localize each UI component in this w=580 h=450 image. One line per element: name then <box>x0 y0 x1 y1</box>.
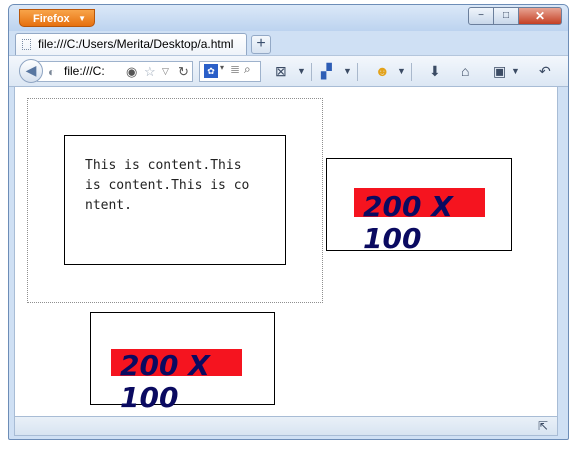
bookmarks-menu-icon[interactable]: ▣ <box>493 62 506 80</box>
identity-icon[interactable]: ◉ <box>126 62 137 81</box>
history-dropdown-icon[interactable]: ▽ <box>162 62 169 81</box>
chevron-down-icon[interactable]: ▼ <box>397 62 406 80</box>
undo-icon[interactable]: ↶ <box>539 62 551 80</box>
search-icon[interactable]: ⌕ <box>244 62 251 77</box>
size-box-bottom: 200 X 100 <box>90 312 275 414</box>
minimize-button[interactable]: − <box>468 7 494 25</box>
search-bar[interactable]: ✿ ▾ ≣ ⌕ <box>199 61 261 82</box>
back-button[interactable]: ◀ <box>19 59 43 83</box>
toolbar-separator <box>411 63 412 81</box>
chevron-down-icon[interactable]: ▾ <box>220 63 224 72</box>
bookmark-star-icon[interactable]: ☆ <box>144 62 156 81</box>
title-bar: Firefox ▼ − □ ✕ <box>9 5 568 31</box>
close-button[interactable]: ✕ <box>518 7 562 25</box>
tab-title: file:///C:/Users/Merita/Desktop/a.html <box>38 37 234 51</box>
box-label: 200 X 100 <box>120 349 210 414</box>
firefox-menu-label: Firefox <box>33 13 70 25</box>
page-icon <box>22 39 31 50</box>
new-tab-button[interactable]: + <box>251 35 271 54</box>
tab-strip: file:///C:/Users/Merita/Desktop/a.html + <box>9 31 568 55</box>
reload-icon[interactable]: ↻ <box>178 62 189 81</box>
status-bar: ⇱ <box>14 416 558 436</box>
navigation-toolbar: ◐ file:///C: ◉ ☆ ▽ ↻ ◀ ✿ ▾ ≣ ⌕ ⊠ ▼ ▞ ▼ ☻… <box>9 55 568 87</box>
globe-icon: ◐ <box>48 65 56 79</box>
browser-window: Firefox ▼ − □ ✕ file:///C:/Users/Merita/… <box>8 4 569 440</box>
screenshot-icon[interactable]: ⊠ <box>275 62 287 80</box>
addon-icon[interactable]: ▞ <box>321 62 332 80</box>
content-box: This is content.This is content.This is … <box>64 135 286 265</box>
addon-bar-icon[interactable]: ⇱ <box>538 419 548 433</box>
box-label: 200 X 100 <box>363 190 453 255</box>
home-icon[interactable]: ⌂ <box>461 62 469 80</box>
chevron-down-icon[interactable]: ▼ <box>343 62 352 80</box>
size-box-right: 200 X 100 <box>326 158 512 255</box>
emoji-icon[interactable]: ☻ <box>375 62 390 80</box>
page-viewport: This is content.This is content.This is … <box>14 87 558 416</box>
url-text: file:///C: <box>64 64 105 78</box>
back-icon: ◀ <box>25 62 37 78</box>
download-icon[interactable]: ⬇ <box>429 62 441 80</box>
search-placeholder-icon: ≣ <box>230 62 241 76</box>
maximize-button[interactable]: □ <box>493 7 519 25</box>
chevron-down-icon: ▼ <box>78 14 86 23</box>
firefox-menu-button[interactable]: Firefox ▼ <box>19 9 95 27</box>
chevron-down-icon[interactable]: ▼ <box>297 62 306 80</box>
content-paragraph: This is content.This is content.This is … <box>85 158 250 213</box>
url-bar[interactable]: ◐ file:///C: ◉ ☆ ▽ ↻ <box>37 61 193 82</box>
search-engine-icon[interactable]: ✿ <box>204 64 218 78</box>
toolbar-separator <box>311 63 312 81</box>
toolbar-separator <box>357 63 358 81</box>
tab-active[interactable]: file:///C:/Users/Merita/Desktop/a.html <box>15 33 247 55</box>
chevron-down-icon[interactable]: ▼ <box>511 62 520 80</box>
